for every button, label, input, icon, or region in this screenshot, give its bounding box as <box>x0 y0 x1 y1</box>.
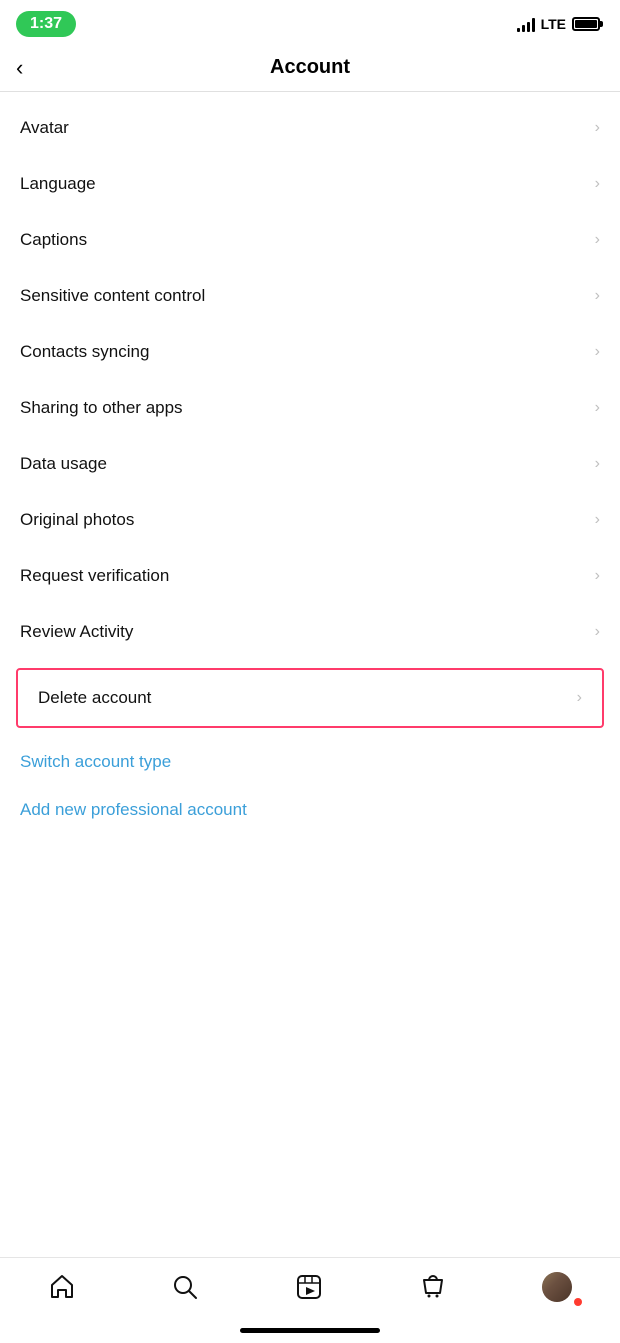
time-display: 1:37 <box>16 11 76 37</box>
reels-icon <box>295 1273 323 1301</box>
battery-icon <box>572 17 600 31</box>
chevron-icon-review: › <box>595 623 600 641</box>
menu-item-label-captions: Captions <box>20 230 87 250</box>
menu-item-label-sensitive: Sensitive content control <box>20 286 205 306</box>
menu-item-label-avatar: Avatar <box>20 118 69 138</box>
notification-dot <box>574 1298 582 1306</box>
menu-item-request-verification[interactable]: Request verification › <box>0 548 620 604</box>
home-indicator <box>0 1322 620 1343</box>
menu-item-label-sharing: Sharing to other apps <box>20 398 183 418</box>
shop-icon <box>419 1273 447 1301</box>
chevron-icon-contacts: › <box>595 343 600 361</box>
menu-item-label-contacts: Contacts syncing <box>20 342 149 362</box>
nav-item-shop[interactable] <box>409 1269 457 1305</box>
nav-item-profile[interactable] <box>532 1268 582 1306</box>
chevron-icon-data: › <box>595 455 600 473</box>
bottom-nav <box>0 1257 620 1322</box>
home-bar <box>240 1328 380 1333</box>
chevron-icon-sharing: › <box>595 399 600 417</box>
back-button[interactable]: ‹ <box>16 57 23 79</box>
menu-item-delete-account[interactable]: Delete account › <box>16 668 604 728</box>
add-professional-account-link[interactable]: Add new professional account <box>0 786 620 834</box>
lte-label: LTE <box>541 16 566 32</box>
chevron-icon-sensitive: › <box>595 287 600 305</box>
search-icon <box>171 1273 199 1301</box>
chevron-icon-avatar: › <box>595 119 600 137</box>
menu-item-sharing[interactable]: Sharing to other apps › <box>0 380 620 436</box>
menu-item-original-photos[interactable]: Original photos › <box>0 492 620 548</box>
link-label-switch: Switch account type <box>20 752 171 771</box>
status-icons: LTE <box>517 16 600 32</box>
chevron-icon-language: › <box>595 175 600 193</box>
menu-item-label-photos: Original photos <box>20 510 134 530</box>
menu-item-label-verification: Request verification <box>20 566 169 586</box>
switch-account-type-link[interactable]: Switch account type <box>0 738 620 786</box>
chevron-icon-photos: › <box>595 511 600 529</box>
menu-item-label-delete: Delete account <box>38 688 151 708</box>
signal-icon <box>517 16 535 32</box>
avatar <box>542 1272 572 1302</box>
link-label-professional: Add new professional account <box>20 800 247 819</box>
nav-item-reels[interactable] <box>285 1269 333 1305</box>
menu-item-label-language: Language <box>20 174 96 194</box>
chevron-icon-captions: › <box>595 231 600 249</box>
menu-item-label-review: Review Activity <box>20 622 133 642</box>
header: ‹ Account <box>0 44 620 92</box>
menu-item-data-usage[interactable]: Data usage › <box>0 436 620 492</box>
menu-item-contacts-syncing[interactable]: Contacts syncing › <box>0 324 620 380</box>
status-bar: 1:37 LTE <box>0 0 620 44</box>
menu-item-captions[interactable]: Captions › <box>0 212 620 268</box>
menu-item-language[interactable]: Language › <box>0 156 620 212</box>
page-title: Account <box>270 56 350 79</box>
menu-list: Avatar › Language › Captions › Sensitive… <box>0 92 620 1257</box>
menu-item-avatar[interactable]: Avatar › <box>0 100 620 156</box>
menu-item-review-activity[interactable]: Review Activity › <box>0 604 620 660</box>
nav-item-home[interactable] <box>38 1269 86 1305</box>
menu-item-label-data: Data usage <box>20 454 107 474</box>
nav-item-search[interactable] <box>161 1269 209 1305</box>
home-icon <box>48 1273 76 1301</box>
menu-item-sensitive-content[interactable]: Sensitive content control › <box>0 268 620 324</box>
chevron-icon-delete: › <box>577 689 582 707</box>
chevron-icon-verification: › <box>595 567 600 585</box>
